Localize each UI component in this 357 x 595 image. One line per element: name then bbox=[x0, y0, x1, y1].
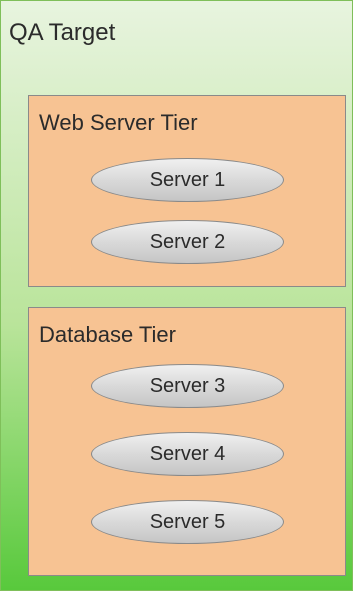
server-node: Server 2 bbox=[91, 220, 284, 264]
tier-title: Web Server Tier bbox=[39, 110, 198, 135]
target-title: QA Target bbox=[9, 19, 116, 46]
qa-target-container: QA Target Web Server Tier Server 1 Serve… bbox=[0, 0, 353, 591]
tier-title: Database Tier bbox=[39, 322, 176, 347]
diagram-canvas: QA Target Web Server Tier Server 1 Serve… bbox=[0, 0, 357, 595]
server-node: Server 4 bbox=[91, 432, 284, 476]
server-node: Server 1 bbox=[91, 158, 284, 202]
tier-web-server: Web Server Tier Server 1 Server 2 bbox=[28, 95, 346, 287]
server-node: Server 3 bbox=[91, 364, 284, 408]
server-node: Server 5 bbox=[91, 500, 284, 544]
tier-database: Database Tier Server 3 Server 4 Server 5 bbox=[28, 307, 346, 576]
